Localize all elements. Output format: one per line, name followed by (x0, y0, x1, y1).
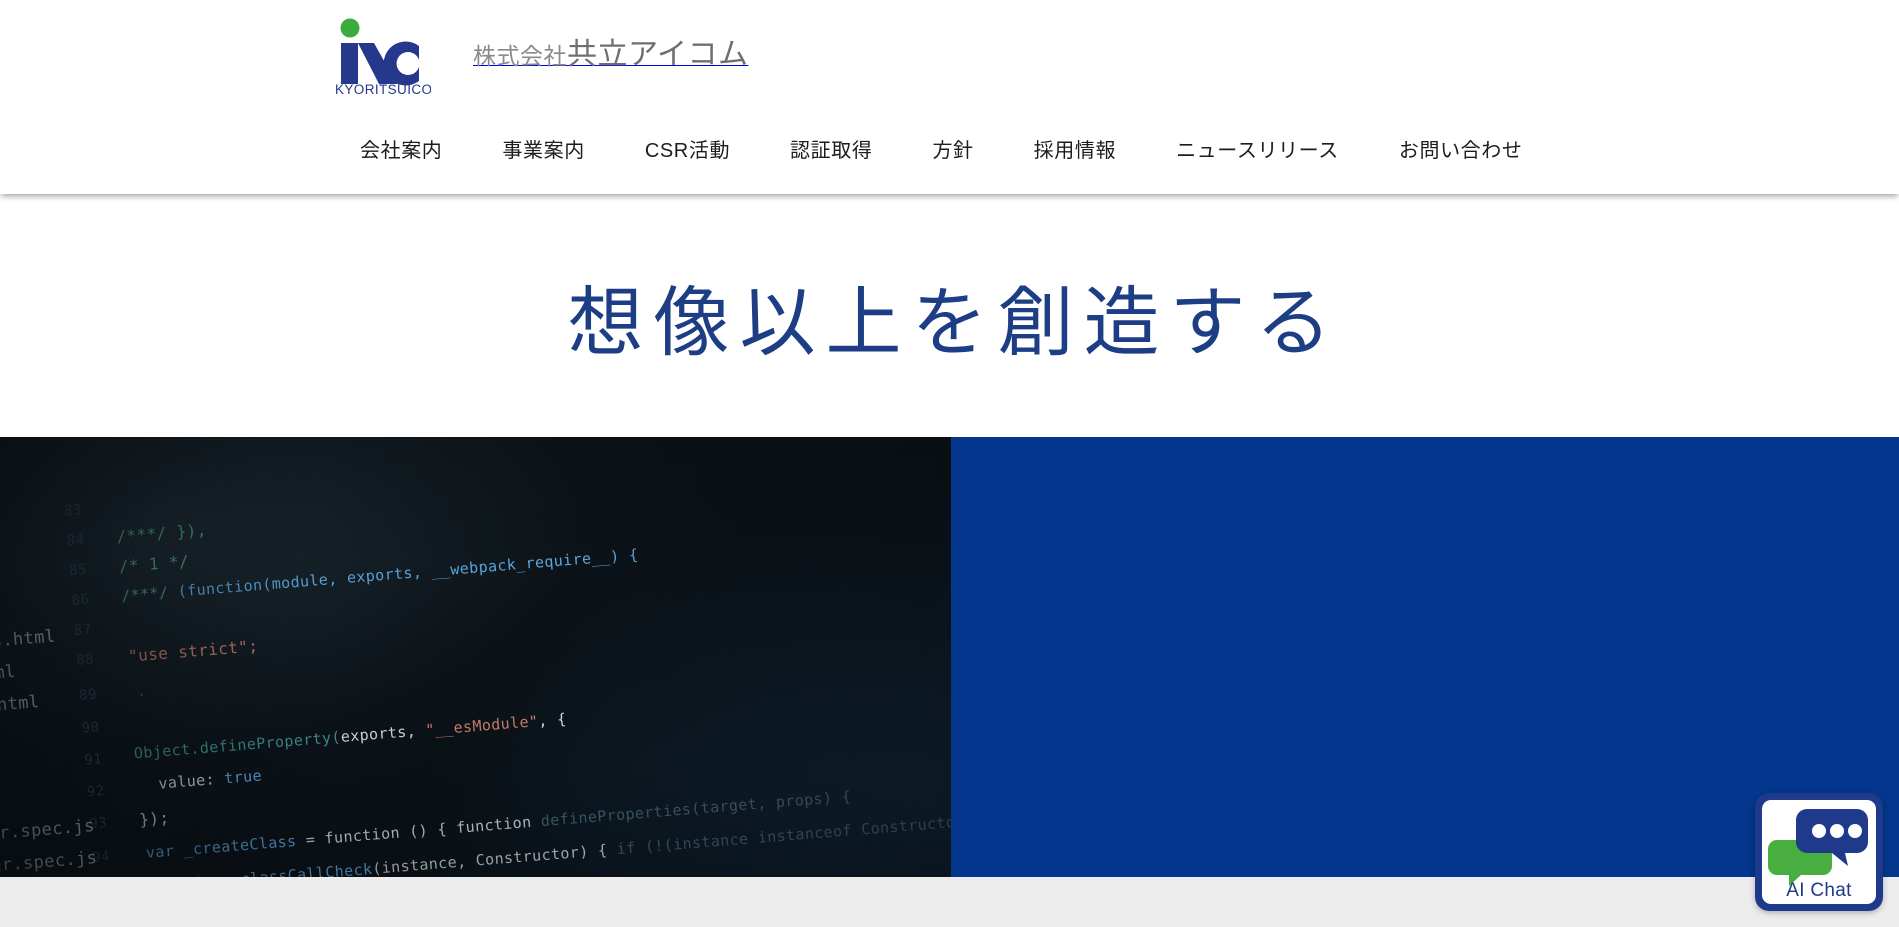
nav-item-policy[interactable]: 方針 (932, 134, 973, 163)
ai-chat-widget[interactable]: AI Chat (1755, 793, 1883, 911)
code-photo-surface: 83 84 85 86 87 88 89 90 91 92 93 94 95 9… (0, 437, 951, 877)
site-header: KYORITSUICOM 株式会社共立アイコム 会社案内 事業案内 CSR活動 … (0, 0, 1899, 194)
nav-item-news[interactable]: ニュースリリース (1176, 134, 1339, 163)
code-text: /***/ }), (115, 520, 208, 547)
nav-item-recruit[interactable]: 採用情報 (1034, 134, 1116, 163)
code-text: value: true (157, 766, 263, 793)
code-text: /***/ (function(module, exports, __webpa… (120, 545, 640, 606)
code-file-label: her.spec.js (0, 847, 99, 877)
code-gutter: 85 (68, 561, 88, 580)
svg-text:KYORITSUICOM: KYORITSUICOM (335, 82, 431, 96)
nav-item-company[interactable]: 会社案内 (360, 134, 442, 163)
nav-item-contact[interactable]: お問い合わせ (1399, 134, 1523, 163)
code-file-label: nes.html (0, 626, 57, 654)
business-photo: 83 84 85 86 87 88 89 90 91 92 93 94 95 9… (0, 437, 951, 877)
code-gutter: 84 (66, 531, 86, 550)
ic-logo-mark-icon: KYORITSUICOM (333, 18, 431, 96)
code-file-label: s.html (0, 692, 41, 718)
logo-wordmark-name: 共立アイコム (567, 38, 749, 71)
code-gutter: 86 (70, 591, 90, 610)
code-gutter: 90 (81, 719, 101, 737)
code-text: }); (138, 807, 171, 830)
site-logo[interactable]: KYORITSUICOM 株式会社共立アイコム (333, 18, 749, 96)
hero-section: 想像以上を創造する (0, 194, 1899, 437)
ai-chat-label: AI Chat (1786, 880, 1852, 901)
primary-navigation: 会社案内 事業案内 CSR活動 認証取得 方針 採用情報 ニュースリリース お問… (0, 128, 1899, 168)
code-text: /* 1 */ (118, 551, 190, 577)
page-root: KYORITSUICOM 株式会社共立アイコム 会社案内 事業案内 CSR活動 … (0, 0, 1899, 927)
code-gutter: 87 (73, 621, 93, 639)
code-text: . (136, 683, 147, 701)
hero-title: 想像以上を創造する (567, 281, 1342, 366)
code-gutter: 92 (86, 783, 106, 801)
footer-strip (0, 877, 1899, 927)
nav-item-business[interactable]: 事業案内 (502, 134, 584, 163)
code-text: "use strict"; (127, 636, 259, 666)
code-text: Object.defineProperty(exports, "__esModu… (133, 709, 568, 763)
code-gutter: 91 (83, 751, 103, 769)
code-gutter: 83 (63, 501, 83, 520)
nav-item-certification[interactable]: 認証取得 (790, 134, 872, 163)
code-gutter: 89 (78, 686, 98, 704)
ai-chat-inner: AI Chat (1762, 800, 1876, 904)
logo-wordmark: 株式会社共立アイコム (473, 40, 749, 70)
business-section: 83 84 85 86 87 88 89 90 91 92 93 94 95 9… (0, 437, 1899, 877)
code-gutter: 88 (75, 651, 95, 669)
logo-wordmark-prefix: 株式会社 (473, 43, 567, 69)
code-file-label: ger.spec.js (0, 815, 96, 846)
code-file-label: html (0, 661, 17, 686)
nav-item-csr[interactable]: CSR活動 (645, 134, 730, 163)
